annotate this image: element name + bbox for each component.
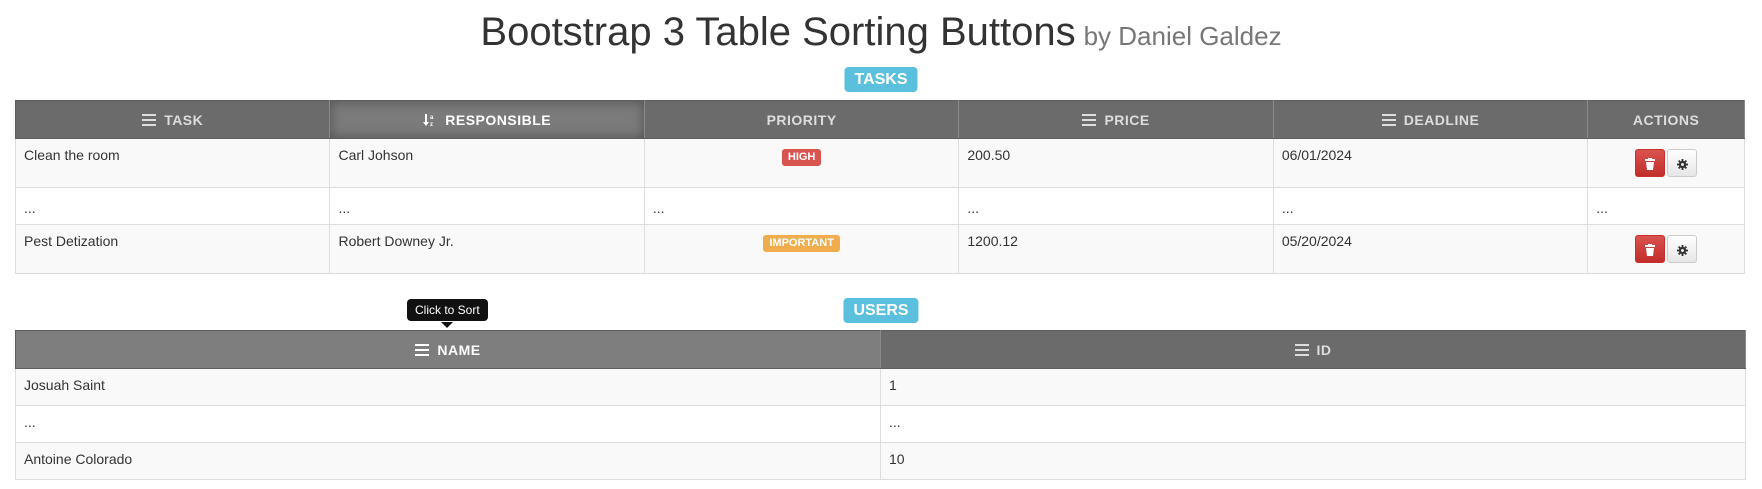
gear-icon	[1676, 244, 1688, 256]
tasks-table: TASK a z RESPONSIBLE PRIORITY PRICE DEADLI…	[14, 100, 1745, 274]
delete-button[interactable]	[1635, 235, 1666, 263]
bars-icon	[1082, 113, 1097, 126]
bars-icon	[1294, 343, 1309, 356]
column-header-name[interactable]: NAME	[15, 330, 881, 369]
responsible-cell: Carl Johson	[329, 138, 645, 188]
price-cell: 1200.12	[958, 224, 1274, 274]
responsible-cell: Robert Downey Jr.	[329, 224, 645, 274]
id-cell: 1	[880, 368, 1746, 406]
deadline-cell: ...	[1272, 187, 1589, 225]
bars-icon	[1381, 113, 1396, 126]
page-byline: by Daniel Galdez	[1083, 21, 1282, 51]
users-table: NAME ID Josuah Saint 1 ... ... Antoine C…	[15, 330, 1746, 480]
deadline-cell: 06/01/2024	[1272, 138, 1589, 188]
trash-icon	[1645, 244, 1656, 257]
task-cell: ...	[14, 187, 331, 225]
sort-alpha-icon: az	[423, 113, 434, 126]
settings-button[interactable]	[1667, 149, 1698, 177]
column-header-label: TASK	[164, 111, 204, 128]
users-section-label: USERS	[843, 298, 919, 323]
priority-cell: IMPORTANT	[643, 224, 960, 274]
tasks-header-row: TASK a z RESPONSIBLE PRIORITY PRICE DEADLI…	[14, 100, 1745, 139]
column-header-label: NAME	[437, 341, 481, 358]
users-header-row: NAME ID	[15, 330, 1746, 369]
priority-cell: HIGH	[643, 138, 960, 188]
column-header-price[interactable]: PRICE	[958, 100, 1274, 139]
actions-cell	[1587, 138, 1745, 188]
page-title-text: Bootstrap 3 Table Sorting Buttons	[480, 10, 1076, 54]
settings-button[interactable]	[1667, 235, 1698, 263]
table-row: ... ...	[15, 405, 1746, 443]
table-row: ... ... ... ... ... ...	[14, 187, 1745, 225]
column-header-label: ID	[1316, 341, 1332, 358]
name-cell: Josuah Saint	[15, 368, 881, 406]
column-header-task[interactable]: TASK	[14, 100, 331, 139]
svg-text:a: a	[430, 115, 434, 121]
price-cell: ...	[958, 187, 1274, 225]
column-header-label: PRIORITY	[766, 111, 837, 128]
priority-badge: HIGH	[781, 149, 822, 166]
column-header-label: PRICE	[1104, 111, 1150, 128]
id-cell: 10	[880, 442, 1746, 480]
task-cell: Clean the room	[14, 138, 331, 188]
name-cell: Antoine Colorado	[15, 442, 881, 480]
column-header-id[interactable]: ID	[880, 330, 1746, 369]
actions-cell: ...	[1587, 187, 1745, 225]
deadline-cell: 05/20/2024	[1272, 224, 1589, 274]
tasks-section-label: TASKS	[844, 67, 918, 92]
table-row: Josuah Saint 1	[15, 368, 1746, 406]
responsible-cell: ...	[329, 187, 645, 225]
task-cell: Pest Detization	[14, 224, 331, 274]
column-header-responsible[interactable]: a z RESPONSIBLE	[329, 100, 645, 139]
table-row: Pest Detization Robert Downey Jr. IMPORT…	[14, 224, 1745, 274]
priority-badge: IMPORTANT	[763, 235, 840, 252]
actions-cell	[1587, 224, 1745, 274]
column-header-deadline[interactable]: DEADLINE	[1272, 100, 1589, 139]
id-cell: ...	[880, 405, 1746, 443]
column-header-label: DEADLINE	[1403, 111, 1480, 128]
table-row: Clean the room Carl Johson HIGH 200.50 0…	[14, 138, 1745, 188]
bars-icon	[415, 343, 430, 356]
column-header-actions: ACTIONS	[1587, 100, 1745, 139]
trash-icon	[1645, 158, 1656, 171]
tooltip-arrow	[441, 322, 453, 328]
page-title: Bootstrap 3 Table Sorting Buttons by Dani…	[0, 10, 1762, 55]
bars-icon	[142, 113, 157, 126]
svg-text:z: z	[430, 122, 434, 126]
column-header-label: ACTIONS	[1632, 111, 1700, 128]
column-header-label: RESPONSIBLE	[445, 111, 552, 128]
price-cell: 200.50	[958, 138, 1274, 188]
name-cell: ...	[15, 405, 881, 443]
column-header-priority: PRIORITY	[643, 100, 960, 139]
priority-cell: ...	[643, 187, 960, 225]
table-row: Antoine Colorado 10	[15, 442, 1746, 480]
sort-tooltip: Click to Sort	[407, 299, 488, 321]
delete-button[interactable]	[1635, 149, 1666, 177]
gear-icon	[1676, 158, 1688, 170]
